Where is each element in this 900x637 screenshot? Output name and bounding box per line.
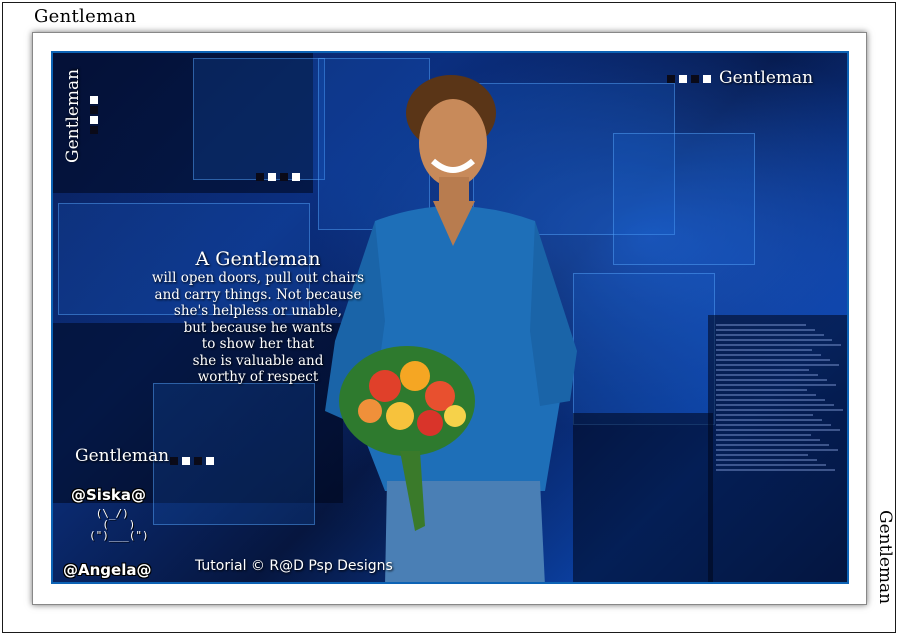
quote-line: she's helpless or unable, bbox=[173, 303, 343, 319]
artwork: Gentleman Gentleman Gentleman A Gentlema… bbox=[51, 51, 849, 584]
white-square bbox=[206, 457, 214, 465]
side-title: Gentleman bbox=[875, 510, 895, 605]
texture-line bbox=[716, 429, 841, 431]
texture-line bbox=[716, 359, 830, 361]
black-square bbox=[194, 457, 202, 465]
quote-line: she is valuable and bbox=[192, 352, 324, 369]
black-square bbox=[90, 106, 98, 114]
texture-line bbox=[716, 374, 819, 376]
signature-bottom: @Angela@ bbox=[63, 561, 152, 579]
light-panel bbox=[193, 58, 325, 180]
texture-line bbox=[716, 334, 824, 336]
top-title: Gentleman bbox=[34, 6, 137, 27]
texture-line bbox=[716, 404, 834, 406]
texture-line bbox=[716, 339, 833, 341]
texture-line bbox=[716, 389, 807, 391]
texture-line bbox=[716, 459, 818, 461]
black-square bbox=[256, 173, 264, 181]
white-square bbox=[292, 173, 300, 181]
white-square bbox=[268, 173, 276, 181]
light-panel bbox=[613, 133, 755, 265]
texture-line bbox=[716, 379, 828, 381]
quote-line: will open doors, pull out chairs bbox=[151, 270, 365, 286]
black-square bbox=[691, 75, 699, 83]
texture-line bbox=[716, 329, 815, 331]
texture-line bbox=[716, 384, 837, 386]
black-square bbox=[667, 75, 675, 83]
texture-line bbox=[716, 399, 825, 401]
bunny-doodle: (\_/) ( ) (")___(") bbox=[89, 507, 149, 542]
white-square bbox=[679, 75, 687, 83]
top-right-label: Gentleman bbox=[719, 68, 814, 88]
texture-line bbox=[716, 414, 814, 416]
white-square bbox=[90, 96, 98, 104]
black-square bbox=[170, 457, 178, 465]
white-square bbox=[90, 116, 98, 124]
quote-line: and carry things. Not because bbox=[154, 286, 362, 303]
black-square bbox=[280, 173, 288, 181]
gentleman-quote: A Gentleman will open doors, pull out ch… bbox=[123, 248, 393, 386]
texture-line bbox=[716, 394, 816, 396]
white-square bbox=[182, 457, 190, 465]
footer-credit: Tutorial © R@D Psp Designs bbox=[195, 558, 393, 574]
texture-line bbox=[716, 434, 811, 436]
light-panel bbox=[153, 383, 315, 525]
texture-line bbox=[716, 409, 843, 411]
lower-left-label: Gentleman bbox=[75, 446, 170, 466]
texture-line bbox=[716, 349, 812, 351]
white-square bbox=[703, 75, 711, 83]
texture-line bbox=[716, 324, 806, 326]
texture-line bbox=[716, 454, 809, 456]
texture-line bbox=[716, 444, 829, 446]
texture-line bbox=[716, 439, 820, 441]
quote-line: but because he wants bbox=[183, 319, 333, 336]
decorative-text-block bbox=[716, 321, 844, 579]
quote-line: worthy of respect bbox=[197, 369, 319, 385]
quote-heading: A Gentleman bbox=[195, 248, 321, 270]
texture-line bbox=[716, 369, 810, 371]
texture-line bbox=[716, 449, 838, 451]
black-square bbox=[90, 126, 98, 134]
texture-line bbox=[716, 469, 836, 471]
texture-line bbox=[716, 344, 842, 346]
texture-line bbox=[716, 424, 832, 426]
texture-line bbox=[716, 354, 821, 356]
texture-line bbox=[716, 464, 827, 466]
signature-top: @Siska@ bbox=[71, 486, 146, 504]
vertical-label: Gentleman bbox=[63, 68, 83, 163]
texture-line bbox=[716, 364, 839, 366]
texture-line bbox=[716, 419, 823, 421]
quote-line: to show her that bbox=[201, 336, 315, 352]
